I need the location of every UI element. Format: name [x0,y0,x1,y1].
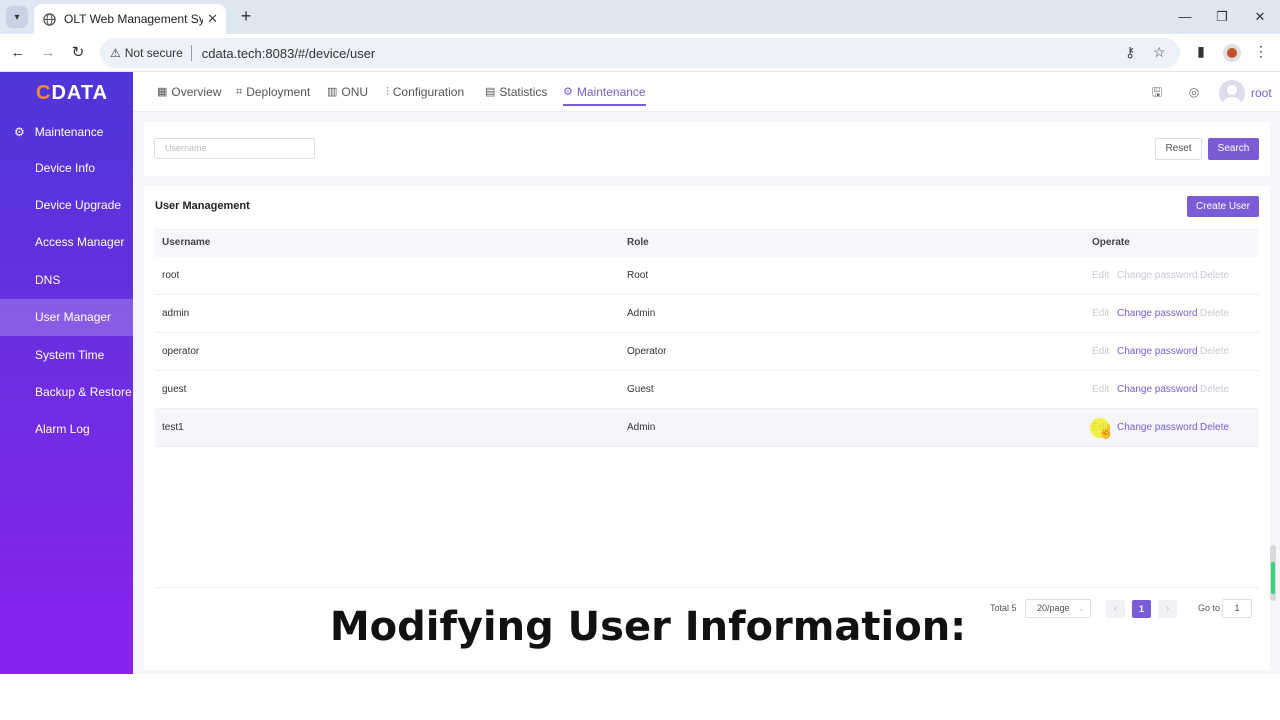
video-caption: Modifying User Information: [329,604,967,650]
sidebar: CDATA ⚙ Maintenance Device Info Device U… [0,72,133,674]
role-cell: Admin [627,308,656,319]
menu-icon[interactable]: ⋮ [1251,43,1271,63]
create-user-button[interactable]: Create User [1187,196,1259,217]
username-cell: guest [162,384,187,395]
logo: CDATA [36,82,109,104]
delete-link[interactable]: Delete [1200,371,1229,409]
table-row: root Root Edit Change password Delete [155,257,1259,295]
sidebar-item-access-manager[interactable]: Access Manager [0,224,133,261]
globe-icon [42,12,56,26]
warning-icon: ⚠ [110,46,121,60]
table-header: Username Role Operate [155,228,1259,257]
edit-link[interactable]: Edit [1092,257,1109,295]
back-icon[interactable]: ← [7,42,29,64]
change-password-link[interactable]: Change password [1117,333,1198,371]
table-row: guest Guest Edit Change password Delete [155,371,1259,409]
tab-onu[interactable]: ▥ ONU [327,72,368,112]
side-panel-icon[interactable]: ▮ [1191,43,1211,63]
table-title: User Management [155,200,250,212]
tab-search-icon[interactable]: ▾ [6,6,28,28]
grid-icon: ▦ [157,86,168,98]
url-text[interactable]: cdata.tech:8083/#/device/user [202,46,375,61]
sidebar-section-label: Maintenance [34,125,104,139]
role-cell: Admin [627,422,656,433]
role-cell: Guest [627,384,654,395]
browser-tab[interactable]: OLT Web Management Syste ✕ [34,4,226,34]
search-button[interactable]: Search [1208,138,1259,160]
address-bar: ← → ↻ ⚠ Not secure cdata.tech:8083/#/dev… [0,34,1280,72]
sidebar-item-alarm-log[interactable]: Alarm Log [0,411,133,448]
table-row: operator Operator Edit Change password D… [155,333,1259,371]
delete-link[interactable]: Delete [1200,257,1229,295]
delete-link[interactable]: Delete [1200,333,1229,371]
role-cell: Operator [627,346,667,357]
hand-cursor-icon: ☝ [1098,424,1115,439]
table-row: admin Admin Edit Change password Delete [155,295,1259,333]
deploy-icon: ⌗ [236,86,243,98]
browser-tab-bar: ▾ OLT Web Management Syste ✕ + — ❐ ✕ [0,0,1280,34]
sidebar-item-backup-restore[interactable]: Backup & Restore [0,374,133,411]
reset-button[interactable]: Reset [1155,138,1202,160]
dashboard-icon[interactable]: ◎ [1186,84,1202,100]
change-password-link[interactable]: Change password [1117,295,1198,333]
gear-icon: ⚙ [563,86,573,98]
sidebar-item-device-info[interactable]: Device Info [0,150,133,187]
divider [155,587,1259,588]
omnibox[interactable]: ⚠ Not secure cdata.tech:8083/#/device/us… [100,38,1180,68]
change-password-link[interactable]: Change password [1117,371,1198,409]
chart-icon: ▤ [485,86,496,98]
username-search-input[interactable]: Username [154,138,315,159]
edit-link[interactable]: Edit [1092,371,1109,409]
username-cell: test1 [162,422,184,433]
tab-title: OLT Web Management Syste [64,12,204,26]
edit-link[interactable]: Edit [1092,295,1109,333]
username-cell: root [162,270,180,281]
sidebar-section[interactable]: ⚙ Maintenance [14,125,103,139]
onu-icon: ▥ [327,86,338,98]
close-tab-icon[interactable]: ✕ [207,11,218,27]
reload-icon[interactable]: ↻ [67,42,89,64]
omnibox-divider [190,45,192,61]
profile-icon[interactable] [1223,44,1241,62]
delete-link[interactable]: Delete [1200,409,1229,447]
tab-deployment[interactable]: ⌗ Deployment [236,72,310,112]
top-nav: ▦ Overview ⌗ Deployment ▥ ONU ⫶ Configuratio… [133,72,1280,112]
column-header-username: Username [162,237,211,248]
minimize-icon[interactable]: — [1170,6,1200,28]
key-icon[interactable]: ⚷ [1125,44,1135,61]
sidebar-item-user-manager[interactable]: User Manager [0,299,133,336]
tab-overview[interactable]: ▦ Overview [157,72,221,112]
column-header-operate: Operate [1092,237,1130,248]
window-close-icon[interactable]: ✕ [1245,6,1275,28]
security-label[interactable]: Not secure [125,46,183,60]
tab-maintenance[interactable]: ⚙ Maintenance [563,72,646,112]
sliders-icon: ⫶ [386,86,389,98]
avatar[interactable] [1219,80,1245,106]
gear-icon: ⚙ [14,125,25,139]
sidebar-item-dns[interactable]: DNS [0,262,133,299]
maximize-icon[interactable]: ❐ [1207,6,1237,28]
role-cell: Root [627,270,649,281]
save-icon[interactable]: 🖫 [1149,84,1165,100]
sidebar-item-system-time[interactable]: System Time [0,337,133,374]
change-password-link[interactable]: Change password [1117,409,1198,447]
forward-icon[interactable]: → [37,42,59,64]
tab-configuration[interactable]: ⫶ Configuration [386,72,464,112]
user-name[interactable]: root [1251,86,1272,100]
new-tab-icon[interactable]: + [236,7,256,27]
sidebar-item-device-upgrade[interactable]: Device Upgrade [0,187,133,224]
column-header-role: Role [627,237,649,248]
change-password-link[interactable]: Change password [1117,257,1198,295]
username-cell: admin [162,308,190,319]
edit-link[interactable]: Edit [1092,333,1109,371]
delete-link[interactable]: Delete [1200,295,1229,333]
star-icon[interactable]: ☆ [1153,44,1166,61]
tab-statistics[interactable]: ▤ Statistics [485,72,547,112]
username-cell: operator [162,346,200,357]
scrollbar-thumb[interactable] [1271,562,1275,594]
